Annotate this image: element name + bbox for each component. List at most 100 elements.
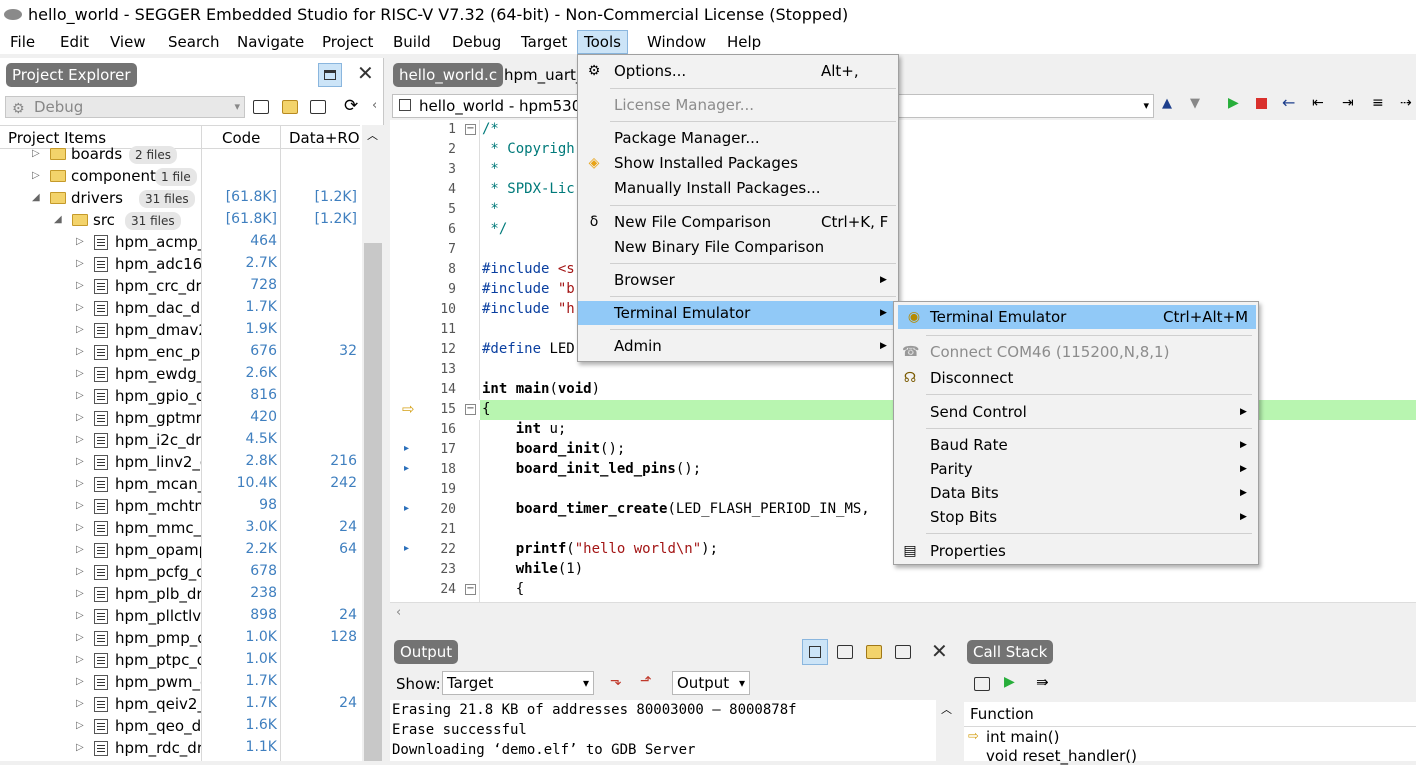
goto-frame-icon[interactable]: ⇛ <box>1036 673 1049 691</box>
comment-icon[interactable]: ≡ <box>1372 95 1384 111</box>
menu-baud-rate[interactable]: Baud Rate ▶ <box>894 433 1258 457</box>
project-tree-row[interactable]: ▷ hpm_mchtmr 98 <box>0 496 360 518</box>
menu-window[interactable]: Window <box>641 30 712 54</box>
expand-icon[interactable]: ▷ <box>76 280 84 291</box>
project-tree-row[interactable]: ▷ hpm_pmp_dr 1.0K 128 <box>0 628 360 650</box>
menu-help[interactable]: Help <box>721 30 767 54</box>
output-view-select[interactable]: Output <box>672 671 750 695</box>
project-tree-row[interactable]: ▷ hpm_ewdg_d 2.6K <box>0 364 360 386</box>
project-tree-row[interactable]: ◢ drivers 31 files [61.8K] [1.2K] <box>0 188 360 210</box>
menu-admin[interactable]: Admin ▶ <box>578 334 898 358</box>
menu-edit[interactable]: Edit <box>54 30 95 54</box>
menu-project[interactable]: Project <box>316 30 379 54</box>
expand-icon[interactable]: ▷ <box>76 720 84 731</box>
menu-options[interactable]: ⚙ Options... Alt+, <box>578 59 898 83</box>
menu-browser[interactable]: Browser ▶ <box>578 268 898 292</box>
show-select[interactable]: Target <box>442 671 594 695</box>
expand-icon[interactable]: ▷ <box>76 698 84 709</box>
project-tree-row[interactable]: ▷ hpm_i2c_drv. 4.5K <box>0 430 360 452</box>
menu-stop-bits[interactable]: Stop Bits ▶ <box>894 505 1258 529</box>
code-line[interactable]: 2 * Copyrigh <box>390 140 1416 160</box>
menu-license-manager[interactable]: License Manager... <box>578 93 898 117</box>
column-function[interactable]: Function <box>970 705 1034 723</box>
uncomment-icon[interactable]: ⇢ <box>1400 95 1412 111</box>
call-stack-row[interactable]: int main() <box>986 728 1060 746</box>
configuration-select[interactable]: ⚙ Debug ▾ <box>5 96 245 118</box>
project-tree-row[interactable]: ▷ hpm_dmav2_ 1.9K <box>0 320 360 342</box>
code-line[interactable]: 4 * SPDX-Lic <box>390 180 1416 200</box>
call-stack-row[interactable]: void reset_handler() <box>986 747 1137 765</box>
menu-show-installed-packages[interactable]: ◈ Show Installed Packages <box>578 151 898 175</box>
expand-icon[interactable]: ▷ <box>76 324 84 335</box>
project-tree-row[interactable]: ▷ hpm_linv2_dr 2.8K 216 <box>0 452 360 474</box>
prev-error-icon[interactable]: ⬎ <box>610 673 622 689</box>
expand-icon[interactable]: ▷ <box>76 500 84 511</box>
project-tree-row[interactable]: ▷ hpm_opamp_ 2.2K 64 <box>0 540 360 562</box>
project-tree-row[interactable]: ▷ hpm_qeo_drv 1.6K <box>0 716 360 738</box>
refresh-icon[interactable]: ⟳ <box>344 96 358 116</box>
menu-parity[interactable]: Parity ▶ <box>894 457 1258 481</box>
project-tree-row[interactable]: ▷ boards 2 files <box>0 144 360 166</box>
chevron-up-icon[interactable]: ︿ <box>941 701 952 717</box>
fold-icon[interactable]: − <box>465 404 476 415</box>
project-tree-row[interactable]: ▷ hpm_pwm_dr 1.7K <box>0 672 360 694</box>
expand-icon[interactable]: ◢ <box>32 192 40 203</box>
expand-icon[interactable]: ▷ <box>76 236 84 247</box>
project-scrollbar[interactable]: ︿ <box>362 125 384 761</box>
code-line[interactable]: 1−/* <box>390 120 1416 140</box>
output-scrollbar[interactable]: ︿ <box>936 700 958 761</box>
project-tree-row[interactable]: ▷ hpm_crc_drv. 728 <box>0 276 360 298</box>
breakpoint-marker-icon[interactable]: ▸ <box>404 543 409 554</box>
code-line[interactable]: 7 <box>390 240 1416 260</box>
breakpoint-marker-icon[interactable]: ▸ <box>404 503 409 514</box>
breakpoint-marker-icon[interactable]: ▸ <box>404 463 409 474</box>
project-tree-row[interactable]: ▷ components 1 file <box>0 166 360 188</box>
expand-icon[interactable]: ▷ <box>76 456 84 467</box>
maximize-panel-button[interactable] <box>318 63 342 87</box>
project-tree-row[interactable]: ▷ hpm_enc_pos 676 32 <box>0 342 360 364</box>
project-tree-row[interactable]: ▷ hpm_adc16_c 2.7K <box>0 254 360 276</box>
menu-terminal-emulator[interactable]: Terminal Emulator ▶ <box>578 301 898 325</box>
expand-icon[interactable]: ▷ <box>76 258 84 269</box>
menu-tools[interactable]: Tools <box>577 30 628 54</box>
code-line[interactable]: 9 #include "b <box>390 280 1416 300</box>
expand-icon[interactable]: ▷ <box>76 676 84 687</box>
code-line[interactable]: 8 #include <s <box>390 260 1416 280</box>
expand-icon[interactable]: ▷ <box>76 522 84 533</box>
scrollbar-thumb[interactable] <box>364 243 382 761</box>
indent-icon[interactable]: ⇤ <box>1312 95 1324 111</box>
back-arrow-icon[interactable]: ← <box>1282 93 1295 112</box>
run-icon[interactable]: ▶ <box>1228 95 1239 111</box>
expand-icon[interactable]: ▷ <box>76 412 84 423</box>
chevron-up-icon[interactable]: ︿ <box>367 127 378 143</box>
clear-output-button[interactable] <box>802 639 828 665</box>
expand-icon[interactable]: ▷ <box>76 742 84 753</box>
project-tree-row[interactable]: ▷ hpm_pllctlv2_ 898 24 <box>0 606 360 628</box>
settings-icon[interactable] <box>974 677 990 691</box>
code-line[interactable]: 5 * <box>390 200 1416 220</box>
menu-navigate[interactable]: Navigate <box>231 30 310 54</box>
save-log-icon[interactable] <box>837 645 853 659</box>
project-tree-row[interactable]: ▷ hpm_ptpc_dr 1.0K <box>0 650 360 672</box>
menu-new-binary-file-comparison[interactable]: New Binary File Comparison <box>578 235 898 259</box>
close-icon[interactable]: ✕ <box>357 61 374 85</box>
menu-open-terminal-emulator[interactable]: ◉ Terminal Emulator Ctrl+Alt+M <box>898 305 1256 329</box>
project-tree-row[interactable]: ▷ hpm_plb_drv 238 <box>0 584 360 606</box>
code-line[interactable]: 3 * <box>390 160 1416 180</box>
next-error-icon[interactable]: ⬏ <box>640 673 652 689</box>
menu-send-control[interactable]: Send Control ▶ <box>894 400 1258 424</box>
expand-icon[interactable]: ▷ <box>76 302 84 313</box>
scroll-left-icon[interactable]: ‹ <box>396 605 401 620</box>
expand-icon[interactable]: ▷ <box>32 148 40 159</box>
breakpoint-marker-icon[interactable]: ▸ <box>404 443 409 454</box>
expand-icon[interactable]: ▷ <box>76 566 84 577</box>
menu-package-manager[interactable]: Package Manager... <box>578 126 898 150</box>
project-tree-row[interactable]: ▷ hpm_mcan_d 10.4K 242 <box>0 474 360 496</box>
project-tree-row[interactable]: ◢ src 31 files [61.8K] [1.2K] <box>0 210 360 232</box>
menu-properties[interactable]: ▤ Properties <box>894 539 1258 563</box>
code-line[interactable]: 6 */ <box>390 220 1416 240</box>
project-tree-row[interactable]: ▷ hpm_qeiv2_d 1.7K 24 <box>0 694 360 716</box>
menu-debug[interactable]: Debug <box>446 30 507 54</box>
menu-search[interactable]: Search <box>162 30 226 54</box>
fold-icon[interactable]: − <box>465 124 476 135</box>
